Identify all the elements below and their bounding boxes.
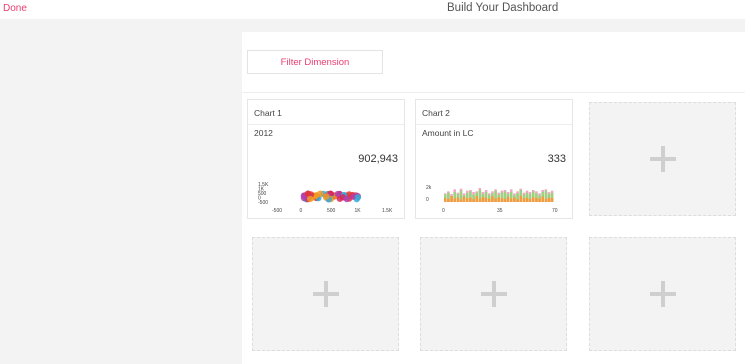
scatter-chart: 1.5K1K5000-500-500 0 500 1K 1.5K [258, 182, 393, 214]
bar [462, 196, 466, 202]
scatter-point [354, 194, 362, 201]
bar [535, 198, 538, 202]
bar [447, 199, 450, 202]
y-tick-label: 0 [426, 197, 429, 203]
bar [478, 198, 482, 202]
chart-value: 333 [547, 153, 566, 165]
page-title: Build Your Dashboard [447, 2, 559, 14]
bar [547, 197, 551, 202]
x-tick-label: 1K [355, 208, 362, 214]
add-chart-slot[interactable] [420, 237, 567, 351]
bar [491, 196, 494, 202]
plus-icon [312, 281, 339, 307]
chart-title: Chart 1 [254, 108, 282, 118]
bar [510, 198, 513, 202]
bar [528, 198, 532, 202]
scatter-point [306, 195, 314, 203]
y-tick-label: 2k [426, 185, 432, 191]
scatter-point [317, 190, 324, 197]
bar [513, 197, 516, 202]
top-bar: Done Build Your Dashboard [0, 0, 745, 19]
bar [466, 198, 469, 202]
x-tick-label: 70 [552, 208, 558, 214]
scatter-point [343, 195, 351, 203]
bar [472, 199, 475, 202]
chart-subtitle: Amount in LC [422, 128, 474, 138]
card-divider [248, 124, 404, 125]
bar [506, 196, 510, 202]
x-tick-label: 35 [497, 208, 503, 214]
y-tick-label: -500 [258, 200, 268, 206]
bar [532, 197, 535, 202]
bar [475, 196, 478, 202]
bar [544, 198, 548, 202]
bar [497, 197, 500, 202]
chart-title: Chart 2 [422, 108, 450, 118]
bar [516, 199, 519, 202]
bar [484, 197, 488, 202]
card-divider [416, 124, 572, 125]
chart-card-1[interactable]: Chart 1 2012 902,943 1.5K 1K 500 0 -500 -500 0… [247, 99, 405, 219]
x-tick-label: -500 [272, 208, 282, 214]
bar [444, 198, 447, 202]
bar [481, 196, 485, 202]
bar [519, 195, 522, 202]
bar-chart: 2k 0 0 35 70 [426, 185, 558, 214]
x-tick-label: 0 [442, 208, 445, 214]
x-tick-label: 500 [327, 208, 336, 214]
bar [522, 198, 526, 202]
header-band [0, 19, 745, 32]
filter-dimension-button[interactable]: Filter Dimension [247, 50, 383, 74]
bar [494, 198, 497, 202]
x-tick-label: 0 [300, 208, 303, 214]
bar [488, 198, 491, 202]
bar [503, 199, 507, 202]
bar [469, 197, 472, 202]
scatter-point [323, 193, 330, 200]
plus-icon [649, 146, 676, 172]
chart-subtitle: 2012 [254, 128, 273, 138]
bar [550, 198, 554, 202]
bar [541, 196, 544, 202]
plus-icon [480, 281, 507, 307]
bar [456, 197, 460, 202]
bar [453, 198, 456, 202]
x-tick-label: 1.5K [382, 208, 393, 214]
chart-value: 902,943 [358, 153, 398, 165]
plus-icon [649, 281, 676, 307]
bar [459, 199, 463, 202]
done-button[interactable]: Done [3, 3, 27, 14]
add-chart-slot[interactable] [589, 102, 736, 216]
bar [450, 196, 453, 202]
bar [538, 198, 541, 202]
add-chart-slot[interactable] [252, 237, 399, 351]
bar [525, 197, 529, 202]
sidebar [0, 32, 242, 364]
bar [500, 198, 504, 202]
add-chart-slot[interactable] [589, 237, 736, 351]
chart-card-2[interactable]: Chart 2 Amount in LC 333 2k 0 0 35 70 [415, 99, 573, 219]
